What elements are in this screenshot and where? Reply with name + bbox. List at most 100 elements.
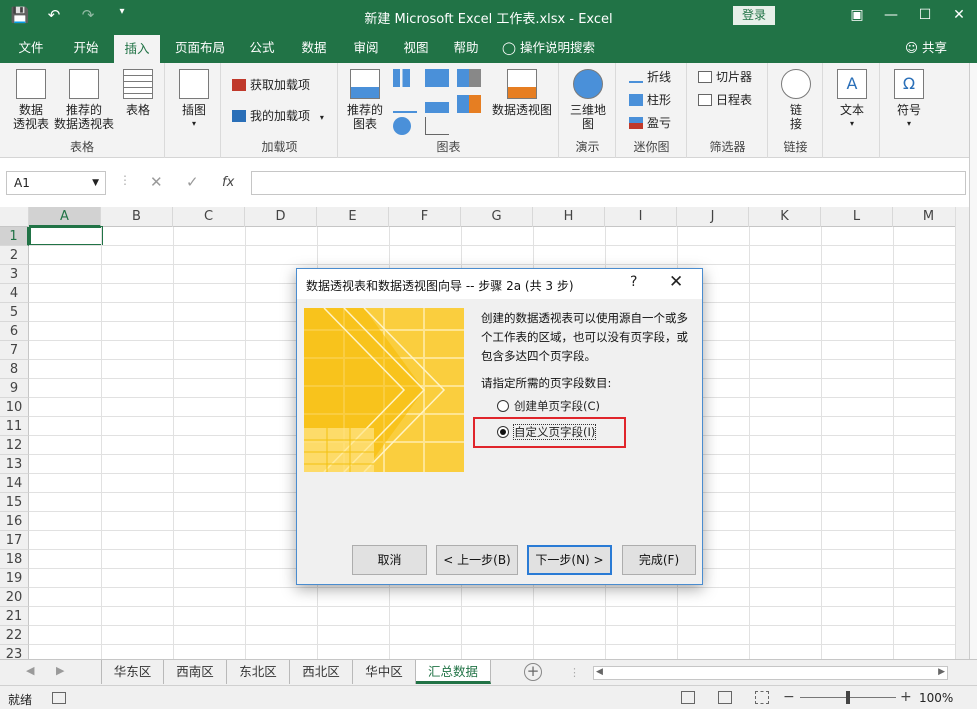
column-header[interactable]: L <box>821 207 893 227</box>
formula-input[interactable] <box>251 171 966 195</box>
customize-qat-icon[interactable]: ▾ <box>112 6 132 24</box>
link-button[interactable]: 链 接 <box>777 69 815 131</box>
column-header[interactable]: H <box>533 207 605 227</box>
cancel-button[interactable]: 取消 <box>352 545 427 575</box>
next-button[interactable]: 下一步(N) > <box>527 545 612 575</box>
row-header[interactable]: 22 <box>0 626 29 645</box>
sheet-tab[interactable]: 华东区 <box>101 660 164 684</box>
page-break-view-icon[interactable] <box>755 691 769 704</box>
vertical-scrollbar[interactable] <box>955 207 969 659</box>
line-chart-icon[interactable] <box>393 95 417 113</box>
macro-record-icon[interactable] <box>52 692 66 704</box>
close-icon[interactable]: ✕ <box>669 272 683 292</box>
undo-icon[interactable]: ↶ <box>44 6 64 24</box>
tab-page-layout[interactable]: 页面布局 <box>168 32 232 63</box>
sparkline-column-button[interactable]: 柱形 <box>629 90 671 110</box>
column-header[interactable]: K <box>749 207 821 227</box>
name-box[interactable]: A1 ▼ <box>6 171 106 195</box>
save-icon[interactable]: 💾 <box>10 6 30 24</box>
sheet-tab[interactable]: 西北区 <box>290 660 353 684</box>
redo-icon[interactable]: ↷ <box>78 6 98 24</box>
pivot-chart-button[interactable]: 数据透视图 <box>489 69 555 117</box>
active-cell[interactable] <box>29 226 103 246</box>
sheet-tab[interactable]: 东北区 <box>227 660 290 684</box>
scroll-right-arrow-icon[interactable]: ▶ <box>938 667 945 677</box>
sheet-tab-active[interactable]: 汇总数据 <box>416 660 491 684</box>
row-header[interactable]: 4 <box>0 284 29 303</box>
back-button[interactable]: < 上一步(B) <box>436 545 518 575</box>
add-sheet-icon[interactable]: + <box>524 663 542 681</box>
horizontal-scrollbar[interactable]: ◀ ▶ <box>593 666 948 680</box>
zoom-level[interactable]: 100% <box>919 691 953 705</box>
tab-review[interactable]: 审阅 <box>346 32 386 63</box>
tab-home[interactable]: 开始 <box>62 32 110 63</box>
combo-chart-icon[interactable] <box>457 95 481 113</box>
column-header[interactable]: M <box>893 207 963 227</box>
tab-insert[interactable]: 插入 <box>114 35 160 63</box>
help-icon[interactable]: ? <box>630 274 637 290</box>
column-header[interactable]: D <box>245 207 317 227</box>
chevron-down-icon[interactable]: ▼ <box>92 172 99 194</box>
my-addins-button[interactable]: 我的加载项 ▾ <box>232 106 324 126</box>
column-chart-icon[interactable] <box>393 69 417 87</box>
close-icon[interactable]: ✕ <box>946 4 972 26</box>
column-header[interactable]: C <box>173 207 245 227</box>
row-header[interactable]: 7 <box>0 341 29 360</box>
zoom-slider-thumb[interactable] <box>846 691 850 704</box>
row-header[interactable]: 3 <box>0 265 29 284</box>
share-button[interactable]: ☺ 共享 <box>905 32 947 63</box>
pie-chart-icon[interactable] <box>393 117 411 135</box>
recommended-pivot-button[interactable]: 推荐的 数据透视表 <box>52 69 116 131</box>
tab-help[interactable]: 帮助 <box>448 32 484 63</box>
sparkline-line-button[interactable]: 折线 <box>629 67 671 87</box>
map3d-button[interactable]: 三维地 图 <box>568 69 608 131</box>
symbol-button[interactable]: Ω 符号 ▾ <box>889 69 929 131</box>
column-header[interactable]: B <box>101 207 173 227</box>
row-header[interactable]: 23 <box>0 645 29 659</box>
radio-single-page-field[interactable]: 创建单页字段(C) <box>497 397 600 415</box>
row-header[interactable]: 19 <box>0 569 29 588</box>
insert-function-icon[interactable]: fx <box>222 175 234 190</box>
tab-file[interactable]: 文件 <box>8 32 54 63</box>
row-header[interactable]: 16 <box>0 512 29 531</box>
row-header[interactable]: 15 <box>0 493 29 512</box>
column-header[interactable]: J <box>677 207 749 227</box>
login-button[interactable]: 登录 <box>733 6 775 25</box>
recommended-charts-button[interactable]: 推荐的 图表 <box>345 69 385 131</box>
normal-view-icon[interactable] <box>681 691 695 704</box>
text-button[interactable]: A 文本 ▾ <box>832 69 872 131</box>
ribbon-display-options-icon[interactable]: ▣ <box>844 4 870 26</box>
get-addins-button[interactable]: 获取加载项 <box>232 75 310 95</box>
row-header[interactable]: 11 <box>0 417 29 436</box>
scatter-chart-icon[interactable] <box>425 117 449 135</box>
row-header[interactable]: 18 <box>0 550 29 569</box>
zoom-in-icon[interactable]: + <box>900 689 912 705</box>
table-button[interactable]: 表格 <box>118 69 158 117</box>
row-header[interactable]: 14 <box>0 474 29 493</box>
sparkline-winloss-button[interactable]: 盈亏 <box>629 113 671 133</box>
pivot-table-button[interactable]: 数据 透视表 <box>8 69 54 131</box>
column-header[interactable]: E <box>317 207 389 227</box>
scroll-left-icon[interactable]: ◀ <box>26 664 34 677</box>
column-header[interactable]: A <box>29 207 101 227</box>
minimize-icon[interactable]: — <box>878 4 904 26</box>
tab-data[interactable]: 数据 <box>294 32 334 63</box>
tab-view[interactable]: 视图 <box>398 32 434 63</box>
row-header[interactable]: 8 <box>0 360 29 379</box>
column-header[interactable]: I <box>605 207 677 227</box>
tab-formulas[interactable]: 公式 <box>242 32 282 63</box>
sheet-tab[interactable]: 华中区 <box>353 660 416 684</box>
row-header[interactable]: 10 <box>0 398 29 417</box>
row-header[interactable]: 17 <box>0 531 29 550</box>
row-header[interactable]: 21 <box>0 607 29 626</box>
column-header[interactable]: F <box>389 207 461 227</box>
slicer-button[interactable]: 切片器 <box>698 67 752 87</box>
row-header[interactable]: 2 <box>0 246 29 265</box>
sheet-tab[interactable]: 西南区 <box>164 660 227 684</box>
row-header[interactable]: 9 <box>0 379 29 398</box>
timeline-button[interactable]: 日程表 <box>698 90 752 110</box>
tell-me-search[interactable]: ◯ 操作说明搜索 <box>502 32 620 63</box>
confirm-entry-icon[interactable]: ✓ <box>186 173 199 191</box>
split-handle-icon[interactable]: ⋮ <box>569 666 580 679</box>
row-header[interactable]: 20 <box>0 588 29 607</box>
